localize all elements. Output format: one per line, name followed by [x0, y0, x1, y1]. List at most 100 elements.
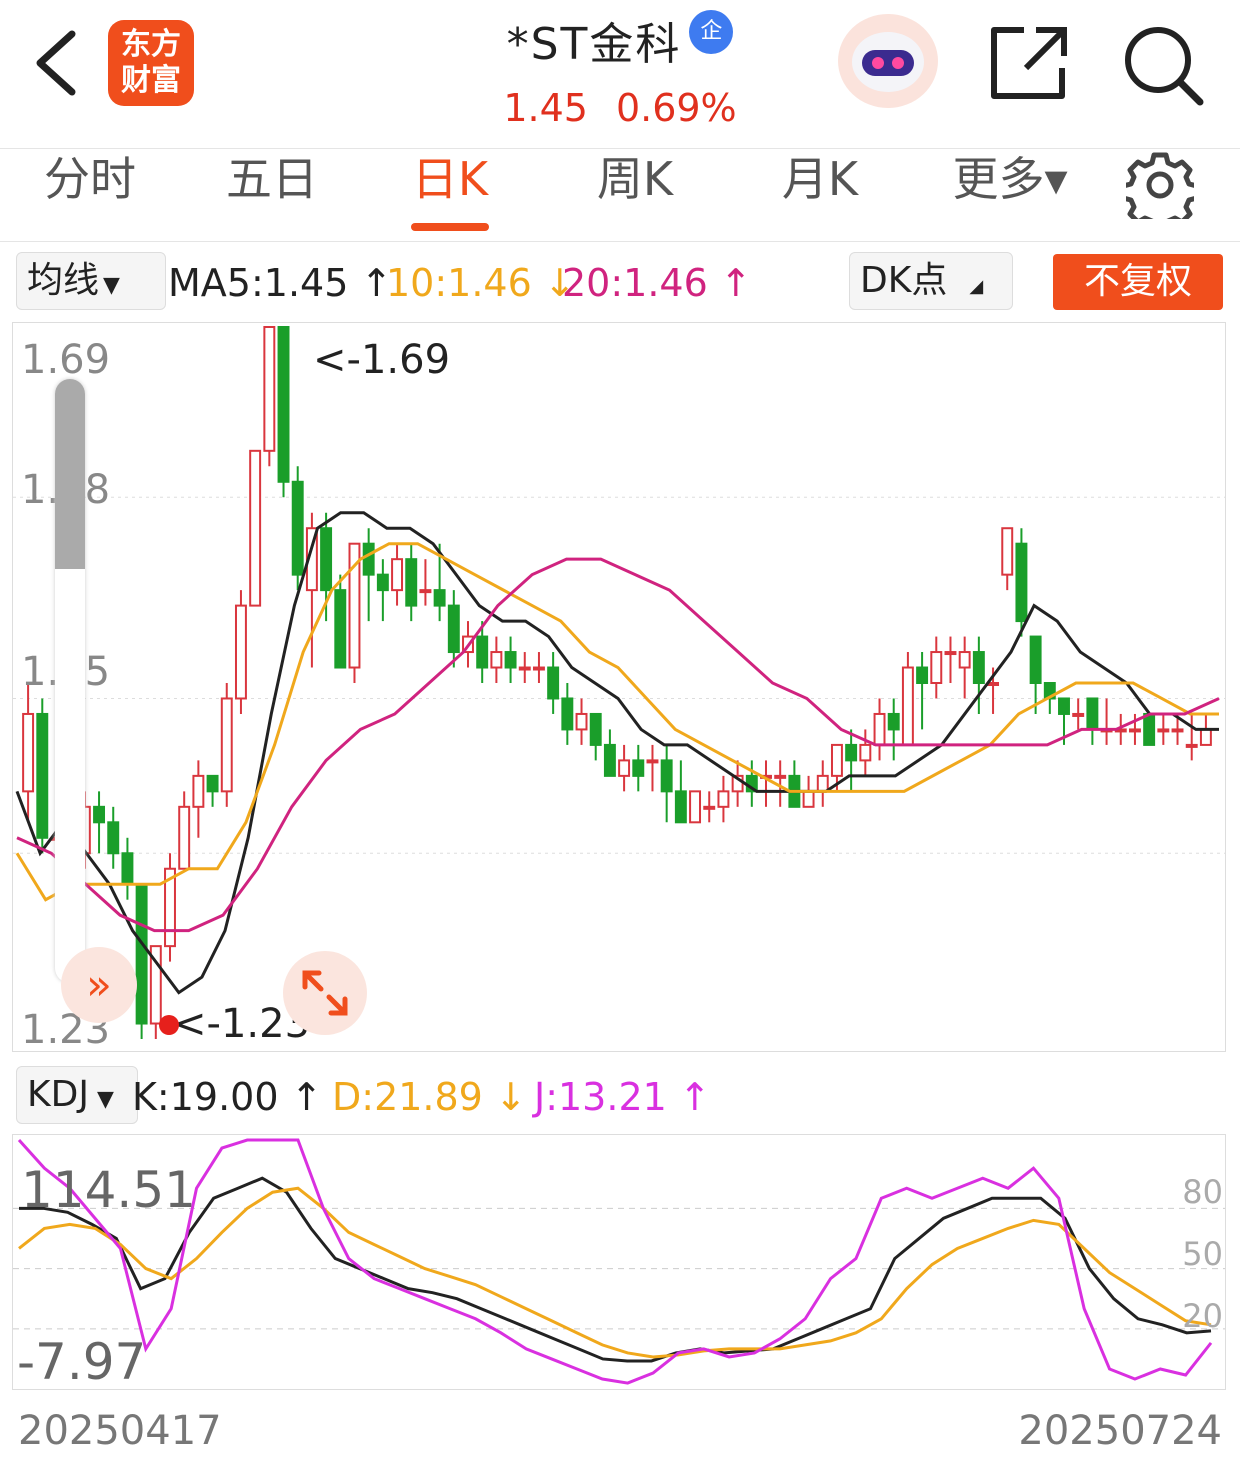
candle-body [362, 542, 375, 576]
ma-selector-label: 均线 [27, 260, 100, 301]
fullscreen-icon[interactable] [283, 951, 367, 1035]
candle-body [660, 759, 673, 793]
fuquan-button[interactable]: 不复权 [1053, 254, 1223, 310]
expand-right-icon[interactable]: » [61, 947, 137, 1023]
quote-line: 1.45 0.69% [440, 86, 800, 130]
enterprise-badge: 企 [689, 10, 734, 54]
tab-five-day[interactable]: 五日 [212, 149, 332, 241]
candle-body [901, 666, 914, 746]
candle-body [845, 743, 858, 762]
stock-title: *ST金科企 [440, 8, 800, 72]
tab-more[interactable]: 更多▾ [935, 149, 1085, 241]
candle-body [1072, 712, 1085, 717]
app-logo[interactable]: 东方 财富 [108, 20, 194, 106]
kdj-k-line [19, 1176, 1212, 1363]
kdj-chart[interactable]: 114.51 -7.97 80 50 20 [12, 1134, 1226, 1390]
share-icon[interactable] [988, 24, 1070, 102]
current-price: 1.45 [503, 86, 588, 130]
candle-body [36, 712, 49, 839]
candle-body [887, 712, 900, 731]
candle-body [447, 604, 460, 654]
tab-monthly-k[interactable]: 月K [770, 149, 870, 241]
candle-body [916, 666, 929, 684]
caret-down-icon: ▼ [96, 1087, 114, 1112]
candle-body [547, 666, 560, 700]
candle-body [1128, 728, 1141, 733]
candle-body [603, 743, 616, 777]
candle-body [1171, 728, 1184, 733]
candle-body [433, 589, 446, 607]
candle-body [1143, 712, 1156, 746]
active-tab-indicator [411, 223, 489, 231]
ma5-value: MA5:1.45 ↑ [168, 261, 393, 305]
kdj-tick-20: 20 [1182, 1297, 1223, 1335]
header: 东方 财富 *ST金科企 1.45 0.69% [0, 0, 1240, 148]
candle-body [391, 558, 404, 592]
x-end-date: 20250724 [1018, 1408, 1222, 1454]
chevron-left-icon[interactable] [28, 28, 88, 98]
candle-body [504, 651, 517, 669]
kdj-min-label: -7.97 [17, 1333, 147, 1390]
candle-body [376, 573, 389, 592]
gear-icon[interactable] [1126, 151, 1194, 219]
logo-line2: 财富 [121, 63, 181, 98]
candle-body [1029, 635, 1042, 684]
period-tabs: 分时 五日 日K 周K 月K 更多▾ [0, 148, 1240, 242]
kdj-j-line [17, 1138, 1213, 1385]
candle-body [135, 883, 148, 1025]
kline-chart[interactable]: 1.69 1.58 1.45 1.23 <-1.69 <-1.23 » [12, 322, 1226, 1052]
ma10-line [15, 542, 1219, 902]
candle-body [589, 712, 602, 746]
candle-body [291, 480, 304, 576]
logo-line1: 东方 [121, 27, 181, 62]
candle-body [1001, 527, 1014, 576]
candle-body [802, 790, 815, 808]
candle-body [476, 635, 489, 669]
max-price-label: <-1.69 [313, 337, 451, 383]
candle-body [234, 604, 247, 700]
candle-body [987, 682, 1000, 686]
search-icon[interactable] [1122, 24, 1204, 106]
change-percent: 0.69% [615, 86, 737, 130]
ma5-line [15, 511, 1219, 995]
candle-body [1086, 697, 1099, 731]
candle-body [1015, 542, 1028, 623]
candle-body [405, 558, 418, 607]
candle-body [944, 651, 957, 656]
ma20-value: 20:1.46 ↑ [562, 261, 752, 305]
dk-point-selector[interactable]: DK点 ◢ [849, 252, 1013, 310]
corner-triangle-icon: ◢ [969, 276, 984, 297]
d-value: D:21.89 ↓ [332, 1075, 527, 1119]
candle-body [192, 774, 205, 808]
caret-down-icon: ▼ [103, 273, 120, 298]
zoom-slider[interactable] [55, 379, 85, 983]
candle-body [1058, 697, 1070, 715]
tab-intraday[interactable]: 分时 [30, 149, 150, 241]
k-value: K:19.00 ↑ [132, 1075, 323, 1119]
candle-body [320, 527, 333, 592]
kdj-tick-50: 50 [1182, 1235, 1223, 1273]
zoom-slider-thumb[interactable] [55, 379, 85, 569]
kdj-selector-label: KDJ [27, 1074, 89, 1115]
candle-body [1199, 728, 1212, 746]
dk-point-label: DK点 [860, 260, 948, 301]
candle-body [22, 712, 35, 793]
candle-body [674, 790, 687, 824]
candle-body [518, 666, 531, 671]
candle-body [958, 651, 971, 669]
candle-body [419, 589, 432, 594]
ma-selector[interactable]: 均线 ▼ [16, 252, 166, 310]
candle-body [561, 697, 574, 731]
min-marker-dot [159, 1015, 179, 1035]
robot-assistant-icon[interactable] [838, 14, 938, 108]
x-start-date: 20250417 [18, 1408, 222, 1454]
candle-body [774, 774, 787, 779]
candle-body [249, 449, 262, 607]
candle-body [121, 852, 134, 886]
kdj-d-line [18, 1186, 1212, 1359]
kline-svg [13, 326, 1225, 1039]
tab-weekly-k[interactable]: 周K [585, 149, 685, 241]
kdj-selector[interactable]: KDJ ▼ [16, 1066, 138, 1124]
candle-body [277, 326, 290, 483]
candle-body [859, 743, 872, 762]
